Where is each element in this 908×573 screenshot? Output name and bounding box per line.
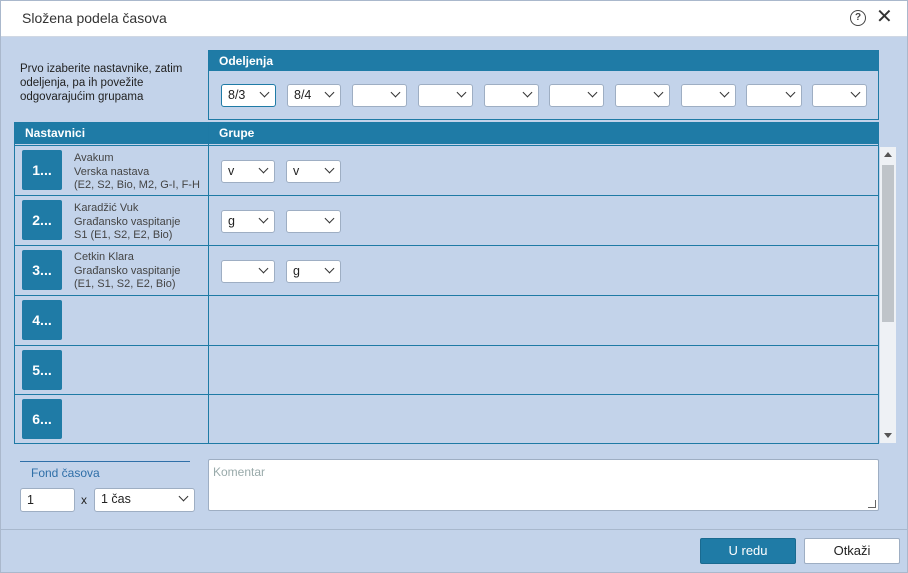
odeljenje-select-2-value: 8/4	[294, 88, 312, 102]
footer-divider	[1, 529, 907, 530]
title-bar: Složena podela časova ? ✕	[1, 1, 907, 37]
resize-grip-icon[interactable]	[868, 500, 876, 508]
instructions-text: Prvo izaberite nastavnike, zatim odeljen…	[20, 63, 183, 103]
odeljenje-select-2[interactable]: 8/4	[287, 84, 341, 107]
row-divider	[15, 195, 878, 196]
teacher-select-button-4[interactable]: 4...	[22, 300, 62, 340]
chevron-down-icon	[390, 87, 401, 98]
scroll-up-icon[interactable]	[884, 152, 892, 157]
group-select-1-1[interactable]: v	[221, 160, 275, 183]
teacher-groups: (E1, S1, S2, E2, Bio)	[74, 278, 176, 290]
teacher-name: Karadžić Vuk	[74, 202, 139, 214]
chevron-down-icon	[587, 87, 598, 98]
row-divider	[15, 394, 878, 395]
chevron-down-icon	[653, 87, 664, 98]
scrollbar-thumb[interactable]	[882, 165, 894, 322]
chevron-down-icon	[785, 87, 796, 98]
teacher-subject: Građansko vaspitanje	[74, 264, 181, 277]
row-divider	[15, 345, 878, 346]
chevron-down-icon	[850, 87, 861, 98]
odeljenje-select-4[interactable]	[418, 84, 473, 107]
chevron-down-icon	[324, 263, 335, 274]
chevron-down-icon	[258, 213, 269, 224]
teacher-name: Cetkin Klara	[74, 251, 134, 263]
odeljenje-select-3[interactable]	[352, 84, 407, 107]
row-divider	[15, 295, 878, 296]
odeljenje-select-1[interactable]: 8/3	[221, 84, 276, 107]
group-select-2-1[interactable]: g	[221, 210, 275, 233]
fond-label: Fond časova	[31, 466, 100, 480]
group-select-3-2[interactable]: g	[286, 260, 341, 283]
fond-value-input[interactable]: 1	[20, 488, 75, 512]
teacher-select-button-1[interactable]: 1...	[22, 150, 62, 190]
ok-button[interactable]: U redu	[700, 538, 796, 564]
dialog-title: Složena podela časova	[22, 10, 167, 26]
odeljenje-select-10[interactable]	[812, 84, 867, 107]
group-select-2-2[interactable]	[286, 210, 341, 233]
odeljenje-select-1-value: 8/3	[228, 88, 246, 102]
teacher-info-1: Avakum Verska nastava (E2, S2, Bio, M2, …	[74, 152, 200, 193]
help-icon[interactable]: ?	[850, 10, 866, 26]
scroll-down-icon[interactable]	[884, 433, 892, 438]
chevron-down-icon	[522, 87, 533, 98]
group-select-value: v	[293, 164, 300, 178]
odeljenje-select-8[interactable]	[681, 84, 736, 107]
odeljenje-select-6[interactable]	[549, 84, 604, 107]
chevron-down-icon	[456, 87, 467, 98]
teacher-select-button-5[interactable]: 5...	[22, 350, 62, 390]
row-divider	[15, 245, 878, 246]
column-divider	[208, 122, 209, 444]
group-select-1-2[interactable]: v	[286, 160, 341, 183]
chevron-down-icon	[324, 213, 335, 224]
teacher-name: Avakum	[74, 152, 114, 164]
group-select-value: g	[293, 264, 300, 278]
teacher-subject: Verska nastava	[74, 165, 150, 178]
teacher-select-button-3[interactable]: 3...	[22, 250, 62, 290]
fond-unit-value: 1 čas	[101, 492, 131, 506]
teacher-select-button-2[interactable]: 2...	[22, 200, 62, 240]
cancel-button[interactable]: Otkaži	[804, 538, 900, 564]
chevron-down-icon	[719, 87, 730, 98]
chevron-down-icon	[324, 163, 335, 174]
group-select-value: g	[228, 214, 235, 228]
teacher-info-3: Cetkin Klara Građansko vaspitanje (E1, S…	[74, 251, 180, 292]
grupe-header: Grupe	[209, 123, 878, 144]
chevron-down-icon	[324, 87, 335, 98]
teacher-select-button-6[interactable]: 6...	[22, 399, 62, 439]
grid-scrollbar[interactable]	[880, 147, 896, 443]
odeljenja-header: Odeljenja	[209, 51, 878, 71]
chevron-down-icon	[258, 263, 269, 274]
chevron-down-icon	[178, 491, 189, 502]
odeljenje-select-9[interactable]	[746, 84, 802, 107]
chevron-down-icon	[259, 87, 270, 98]
dialog: Složena podela časova ? ✕ Prvo izaberite…	[0, 0, 908, 573]
fond-divider	[20, 461, 190, 462]
group-select-3-1[interactable]	[221, 260, 275, 283]
fond-unit-select[interactable]: 1 čas	[94, 488, 195, 512]
row-divider	[15, 145, 878, 146]
teacher-groups: S1 (E1, S2, E2, Bio)	[74, 229, 173, 241]
comment-placeholder: Komentar	[213, 465, 266, 479]
nastavnici-header: Nastavnici	[15, 123, 208, 144]
odeljenje-select-5[interactable]	[484, 84, 539, 107]
teacher-subject: Građansko vaspitanje	[74, 215, 181, 228]
teacher-info-2: Karadžić Vuk Građansko vaspitanje S1 (E1…	[74, 202, 180, 243]
comment-textarea[interactable]: Komentar	[208, 459, 879, 511]
close-icon[interactable]: ✕	[876, 6, 893, 28]
odeljenje-select-7[interactable]	[615, 84, 670, 107]
group-select-value: v	[228, 164, 235, 178]
chevron-down-icon	[258, 163, 269, 174]
teacher-groups: (E2, S2, Bio, M2, G-I, F-H	[74, 179, 200, 191]
times-sign: x	[81, 493, 87, 507]
